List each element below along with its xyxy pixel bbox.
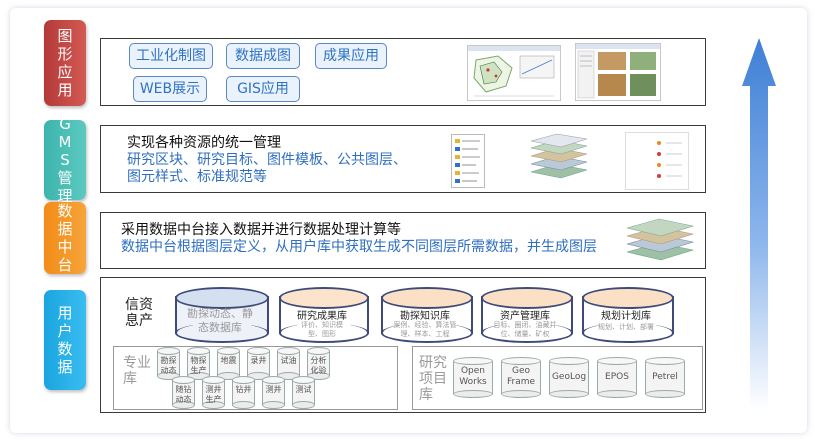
pro-db-cylinder: 测井生产 <box>202 376 225 409</box>
map-software-thumbnail <box>467 45 561 101</box>
style-list-thumbnail <box>625 132 689 190</box>
gms-line-2: 研究区块、研究目标、图件模板、公共图层、 <box>127 152 407 168</box>
layer-tree-thumbnail <box>451 134 485 188</box>
info-assets-title: 信资息产 <box>125 297 153 329</box>
pro-db-cylinder: 测试 <box>292 376 315 409</box>
gms-line-3: 图元样式、标准规范等 <box>127 169 267 185</box>
gms-management-box: 实现各种资源的统一管理 研究区块、研究目标、图件模板、公共图层、 图元样式、标准… <box>100 125 706 193</box>
pro-db-cylinder: 测井 <box>262 376 285 409</box>
pro-db-cylinder: 录井 <box>247 347 270 380</box>
layer-middle-label: 数据中台 <box>44 202 86 274</box>
pro-db-cylinder: 勘探动态 <box>157 347 180 380</box>
result-application-button[interactable]: 成果应用 <box>315 43 387 69</box>
layer-user-label: 用户数据 <box>44 290 86 390</box>
pro-db-cylinder: 物探生产 <box>187 347 210 380</box>
db-cylinder-asset-management: 资产管理库 目标、圈闭、油藏井位、储量、矿权 <box>481 287 573 343</box>
pro-db-cylinder: 随钻动态 <box>172 376 195 409</box>
stacked-layers-image <box>621 216 697 266</box>
middle-line-1: 采用数据中台接入数据并进行数据处理计算等 <box>121 222 401 238</box>
user-data-box: 信资息产 勘探动态、静态数据库 研究成果库 评价、知识模型、图形 勘探知识库 案… <box>100 277 706 413</box>
data-mapping-button[interactable]: 数据成图 <box>226 43 300 69</box>
professional-db-title: 专业库 <box>123 355 151 387</box>
pro-db-cylinder: 试油 <box>277 347 300 380</box>
gis-software-thumbnail <box>575 43 661 101</box>
project-db-cylinder: Petrel <box>645 357 685 398</box>
gms-line-1: 实现各种资源的统一管理 <box>127 135 281 151</box>
project-db-cylinder: GeoLog <box>549 357 589 398</box>
data-middle-platform-box: 采用数据中台接入数据并进行数据处理计算等 数据中台根据图层定义，从用户库中获取生… <box>100 212 706 269</box>
db-cylinder-exploration: 勘探动态、静态数据库 <box>175 287 269 343</box>
web-display-button[interactable]: WEB展示 <box>133 76 207 102</box>
middle-line-2: 数据中台根据图层定义，从用户库中获取生成不同图层所需数据，并生成图层 <box>121 239 597 255</box>
layer-gms-label: GMS管理 <box>44 115 86 205</box>
layer-graphics-label: 图形应用 <box>44 20 86 106</box>
industrial-mapping-button[interactable]: 工业化制图 <box>129 43 213 69</box>
gis-application-button[interactable]: GIS应用 <box>226 76 300 102</box>
db-cylinder-planning: 规划计划库 规划、计划、部署 <box>582 287 674 343</box>
research-project-db-title: 研究项目库 <box>419 355 447 403</box>
project-db-cylinder: EPOS <box>597 357 637 398</box>
pro-db-cylinder: 分析化验 <box>307 347 330 380</box>
db-cylinder-exploration-knowledge: 勘探知识库 案例、经验、算法管理、样本、工程 <box>381 287 473 343</box>
graphics-app-box: 工业化制图 数据成图 成果应用 WEB展示 GIS应用 <box>100 38 706 106</box>
pro-db-cylinder: 钻井 <box>232 376 255 409</box>
project-db-cylinder: Geo Frame <box>501 357 541 398</box>
upward-flow-arrow <box>742 38 776 410</box>
pro-db-cylinder: 地震 <box>217 347 240 380</box>
stacked-layers-image <box>521 132 591 188</box>
db-cylinder-research-results: 研究成果库 评价、知识模型、图形 <box>279 287 369 343</box>
project-db-cylinder: Open Works <box>453 357 493 398</box>
